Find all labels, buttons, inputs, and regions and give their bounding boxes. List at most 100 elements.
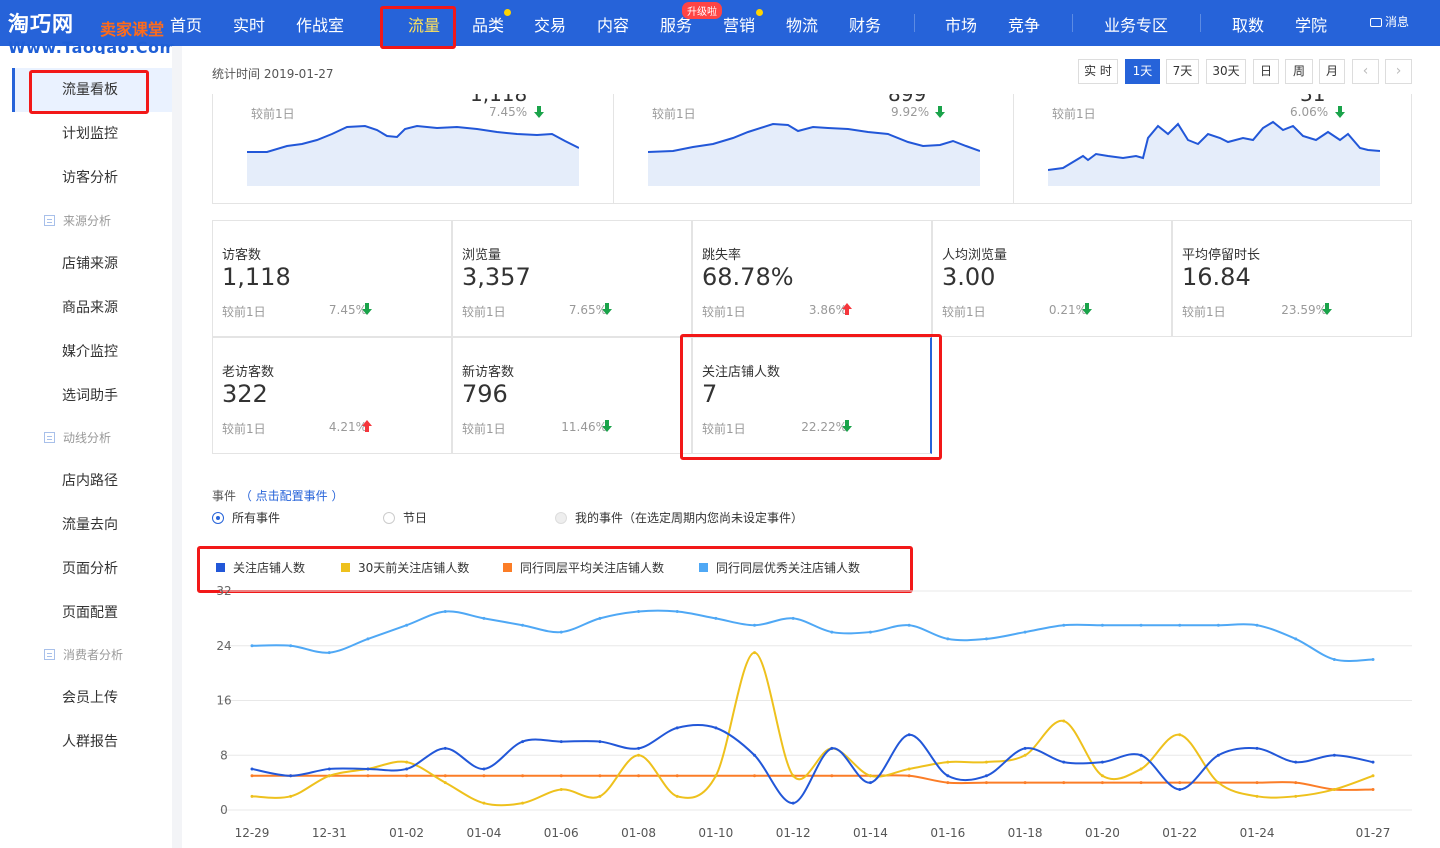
data-point[interactable] — [482, 767, 486, 771]
data-point[interactable] — [405, 774, 409, 778]
data-point[interactable] — [907, 623, 911, 627]
data-point[interactable] — [1255, 794, 1259, 798]
config-events-link[interactable]: （ 点击配置事件 ） — [240, 489, 344, 503]
data-point[interactable] — [1100, 774, 1104, 778]
data-point[interactable] — [714, 774, 718, 778]
period-30day-button[interactable]: 30天 — [1206, 59, 1246, 84]
metric-card[interactable]: 平均停留时长 16.84 较前1日 23.59% — [1172, 220, 1412, 337]
metric-card[interactable]: 浏览量 3,357 较前1日 7.65% — [452, 220, 692, 337]
radio-my-events[interactable]: 我的事件（在选定周期内您尚未设定事件） — [555, 509, 803, 526]
data-point[interactable] — [405, 760, 409, 764]
metric-card[interactable]: 人均浏览量 3.00 较前1日 0.21% — [932, 220, 1172, 337]
sidebar-item-crowd-report[interactable]: 人群报告 — [12, 720, 172, 764]
data-point[interactable] — [521, 740, 525, 744]
nav-content[interactable]: 内容 — [597, 12, 629, 36]
nav-logistics[interactable]: 物流 — [786, 12, 818, 36]
nav-business-zone[interactable]: 业务专区 — [1104, 12, 1168, 36]
data-point[interactable] — [521, 774, 525, 778]
data-point[interactable] — [250, 767, 254, 771]
data-point[interactable] — [1371, 657, 1375, 661]
data-point[interactable] — [868, 774, 872, 778]
data-point[interactable] — [405, 767, 409, 771]
data-point[interactable] — [443, 774, 447, 778]
data-point[interactable] — [443, 610, 447, 614]
data-point[interactable] — [443, 746, 447, 750]
data-point[interactable] — [1371, 760, 1375, 764]
sidebar-item-page-config[interactable]: 页面配置 — [12, 591, 172, 635]
data-point[interactable] — [946, 637, 950, 641]
data-point[interactable] — [868, 630, 872, 634]
period-7day-button[interactable]: 7天 — [1166, 59, 1199, 84]
radio-holiday[interactable]: 节日 — [383, 509, 427, 526]
data-point[interactable] — [559, 774, 563, 778]
data-point[interactable] — [521, 801, 525, 805]
data-point[interactable] — [1216, 623, 1220, 627]
data-point[interactable] — [753, 651, 757, 655]
nav-finance[interactable]: 财务 — [849, 12, 881, 36]
nav-realtime[interactable]: 实时 — [233, 12, 265, 36]
data-point[interactable] — [984, 760, 988, 764]
data-point[interactable] — [984, 781, 988, 785]
data-point[interactable] — [753, 623, 757, 627]
sidebar-item-plan-monitor[interactable]: 计划监控 — [12, 112, 172, 156]
data-point[interactable] — [1294, 794, 1298, 798]
data-point[interactable] — [946, 781, 950, 785]
period-month-button[interactable]: 月 — [1319, 59, 1345, 84]
overview-card[interactable]: 1,118 较前1日 7.45% — [213, 94, 613, 203]
nav-market[interactable]: 市场 — [945, 12, 977, 36]
metric-card[interactable]: 新访客数 796 较前1日 11.46% — [452, 337, 692, 454]
data-point[interactable] — [791, 774, 795, 778]
nav-compete[interactable]: 竞争 — [1008, 12, 1040, 36]
nav-marketing[interactable]: 营销 — [723, 12, 755, 36]
data-point[interactable] — [559, 630, 563, 634]
data-point[interactable] — [289, 774, 293, 778]
data-point[interactable] — [443, 781, 447, 785]
data-point[interactable] — [1255, 746, 1259, 750]
data-point[interactable] — [1139, 781, 1143, 785]
data-point[interactable] — [675, 726, 679, 730]
data-point[interactable] — [327, 767, 331, 771]
data-point[interactable] — [1139, 623, 1143, 627]
nav-category[interactable]: 品类 — [472, 12, 504, 36]
data-point[interactable] — [250, 794, 254, 798]
sidebar-item-shop-source[interactable]: 店铺来源 — [12, 242, 172, 286]
series-line[interactable] — [251, 609, 1374, 662]
sidebar-item-shop-path[interactable]: 店内路径 — [12, 459, 172, 503]
data-point[interactable] — [482, 616, 486, 620]
data-point[interactable] — [714, 726, 718, 730]
data-point[interactable] — [753, 774, 757, 778]
data-point[interactable] — [1062, 760, 1066, 764]
data-point[interactable] — [675, 794, 679, 798]
data-point[interactable] — [637, 610, 641, 614]
data-point[interactable] — [830, 630, 834, 634]
sidebar-item-member-upload[interactable]: 会员上传 — [12, 676, 172, 720]
data-point[interactable] — [1178, 733, 1182, 737]
data-point[interactable] — [1178, 623, 1182, 627]
period-day-button[interactable]: 日 — [1253, 59, 1279, 84]
data-point[interactable] — [366, 767, 370, 771]
data-point[interactable] — [637, 746, 641, 750]
nav-academy[interactable]: 学院 — [1295, 12, 1327, 36]
data-point[interactable] — [1139, 767, 1143, 771]
data-point[interactable] — [250, 644, 254, 648]
sidebar-item-keyword-helper[interactable]: 选词助手 — [12, 374, 172, 418]
data-point[interactable] — [598, 774, 602, 778]
metric-card[interactable]: 访客数 1,118 较前1日 7.45% — [212, 220, 452, 337]
data-point[interactable] — [637, 774, 641, 778]
data-point[interactable] — [907, 774, 911, 778]
overview-card[interactable]: 899 较前1日 9.92% — [613, 94, 1013, 203]
metric-card[interactable]: 跳失率 68.78% 较前1日 3.86% — [692, 220, 932, 337]
period-week-button[interactable]: 周 — [1285, 59, 1313, 84]
prev-button[interactable]: ‹ — [1352, 59, 1379, 84]
data-point[interactable] — [675, 774, 679, 778]
data-point[interactable] — [1332, 753, 1336, 757]
data-point[interactable] — [250, 774, 254, 778]
period-1day-button[interactable]: 1天 — [1125, 59, 1160, 84]
data-point[interactable] — [598, 616, 602, 620]
data-point[interactable] — [946, 760, 950, 764]
data-point[interactable] — [1100, 781, 1104, 785]
data-point[interactable] — [907, 767, 911, 771]
data-point[interactable] — [559, 787, 563, 791]
nav-data[interactable]: 取数 — [1232, 12, 1264, 36]
data-point[interactable] — [1216, 781, 1220, 785]
